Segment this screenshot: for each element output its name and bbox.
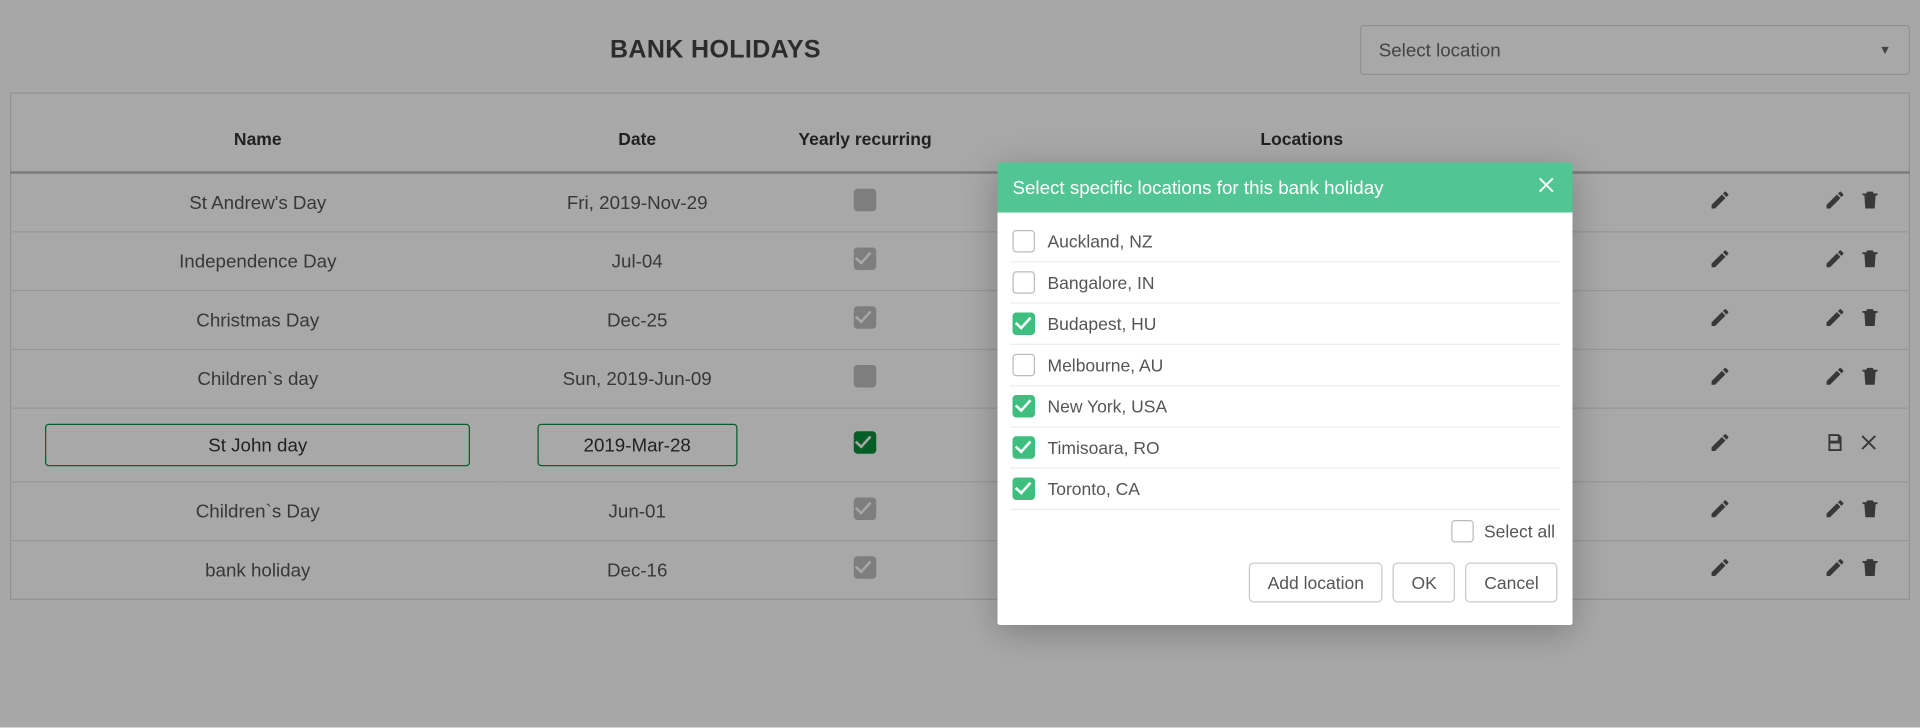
location-label: Melbourne, AU — [1048, 355, 1164, 375]
location-option[interactable]: Bangalore, IN — [1010, 263, 1560, 304]
location-checkbox[interactable] — [1013, 271, 1036, 294]
location-label: Timisoara, RO — [1048, 438, 1160, 458]
location-label: Auckland, NZ — [1048, 231, 1153, 251]
modal-scrim[interactable] — [0, 0, 1920, 728]
select-all-label: Select all — [1484, 521, 1555, 541]
location-checkbox[interactable] — [1013, 436, 1036, 459]
location-label: Bangalore, IN — [1048, 273, 1155, 293]
location-label: Toronto, CA — [1048, 479, 1140, 499]
location-option[interactable]: Budapest, HU — [1010, 304, 1560, 345]
modal-title: Select specific locations for this bank … — [1013, 177, 1384, 198]
location-option[interactable]: Auckland, NZ — [1010, 230, 1560, 263]
location-option[interactable]: Toronto, CA — [1010, 469, 1560, 510]
location-label: Budapest, HU — [1048, 314, 1157, 334]
add-location-button[interactable]: Add location — [1249, 563, 1383, 603]
location-option[interactable]: New York, USA — [1010, 386, 1560, 427]
cancel-button[interactable]: Cancel — [1466, 563, 1558, 603]
modal-footer: Add location OK Cancel — [998, 563, 1573, 626]
location-option[interactable]: Melbourne, AU — [1010, 345, 1560, 386]
close-icon[interactable] — [1535, 174, 1558, 202]
location-checkbox[interactable] — [1013, 230, 1036, 253]
location-label: New York, USA — [1048, 396, 1168, 416]
select-all-row: Select all — [1010, 510, 1560, 563]
location-checkbox[interactable] — [1013, 478, 1036, 501]
location-checkbox[interactable] — [1013, 313, 1036, 336]
location-options: Auckland, NZ Bangalore, IN Budapest, HU Mel… — [1010, 230, 1560, 510]
location-checkbox[interactable] — [1013, 354, 1036, 377]
location-option[interactable]: Timisoara, RO — [1010, 428, 1560, 469]
page-root: BANK HOLIDAYS Select location ▼ Name Dat… — [0, 0, 1920, 728]
select-all-checkbox[interactable] — [1451, 520, 1474, 543]
location-checkbox[interactable] — [1013, 395, 1036, 418]
modal-body: Auckland, NZ Bangalore, IN Budapest, HU Mel… — [998, 213, 1573, 563]
modal-header: Select specific locations for this bank … — [998, 163, 1573, 213]
ok-button[interactable]: OK — [1393, 563, 1456, 603]
locations-modal: Select specific locations for this bank … — [998, 163, 1573, 626]
